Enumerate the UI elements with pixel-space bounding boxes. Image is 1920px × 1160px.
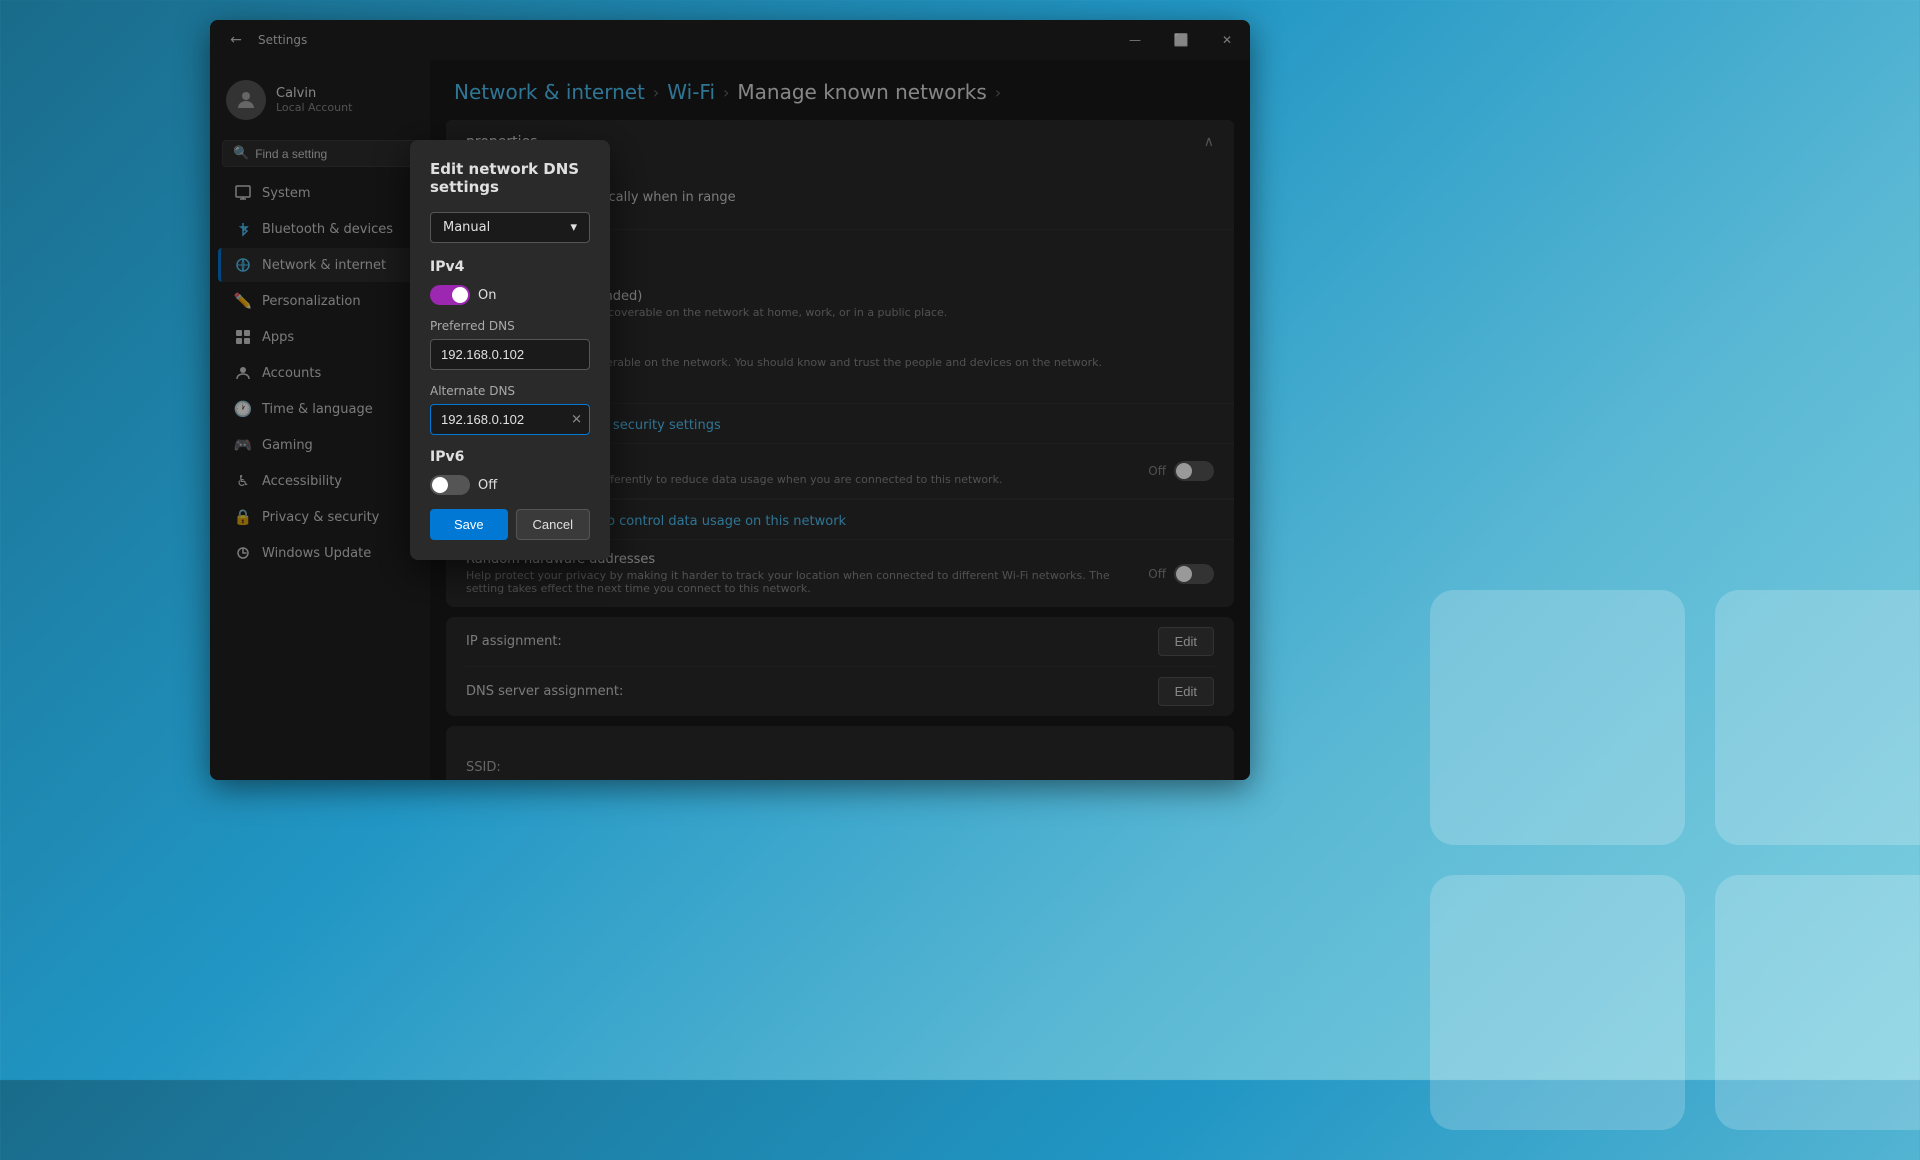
ipv4-toggle-knob — [452, 287, 468, 303]
ipv6-toggle[interactable] — [430, 475, 470, 495]
modal-title: Edit network DNS settings — [430, 160, 590, 196]
modal-overlay: Edit network DNS settings Manual ▾ IPv4 … — [210, 20, 1250, 780]
ipv6-toggle-label: Off — [478, 478, 497, 493]
modal-footer: Save Cancel — [430, 509, 590, 540]
ipv4-toggle[interactable] — [430, 285, 470, 305]
ipv4-section-title: IPv4 — [430, 259, 590, 275]
cancel-button[interactable]: Cancel — [516, 509, 590, 540]
ipv6-section-title: IPv6 — [430, 449, 590, 465]
alternate-dns-input-wrap: ✕ — [430, 404, 590, 435]
ipv4-toggle-label: On — [478, 288, 496, 303]
preferred-dns-label: Preferred DNS — [430, 319, 590, 333]
preferred-dns-input[interactable] — [430, 339, 590, 370]
clear-alternate-dns-button[interactable]: ✕ — [571, 412, 582, 427]
ipv6-toggle-row: Off — [430, 475, 590, 495]
dns-modal: Edit network DNS settings Manual ▾ IPv4 … — [410, 140, 610, 560]
save-button[interactable]: Save — [430, 509, 508, 540]
ipv4-toggle-row: On — [430, 285, 590, 305]
alternate-dns-input[interactable] — [430, 404, 590, 435]
dns-mode-dropdown[interactable]: Manual ▾ — [430, 212, 590, 243]
ipv6-toggle-knob — [432, 477, 448, 493]
dns-mode-value: Manual — [443, 220, 490, 235]
alternate-dns-label: Alternate DNS — [430, 384, 590, 398]
dropdown-chevron-icon: ▾ — [570, 220, 577, 235]
settings-window: ← Settings — ⬜ ✕ Calvin Local Account — [210, 20, 1250, 780]
